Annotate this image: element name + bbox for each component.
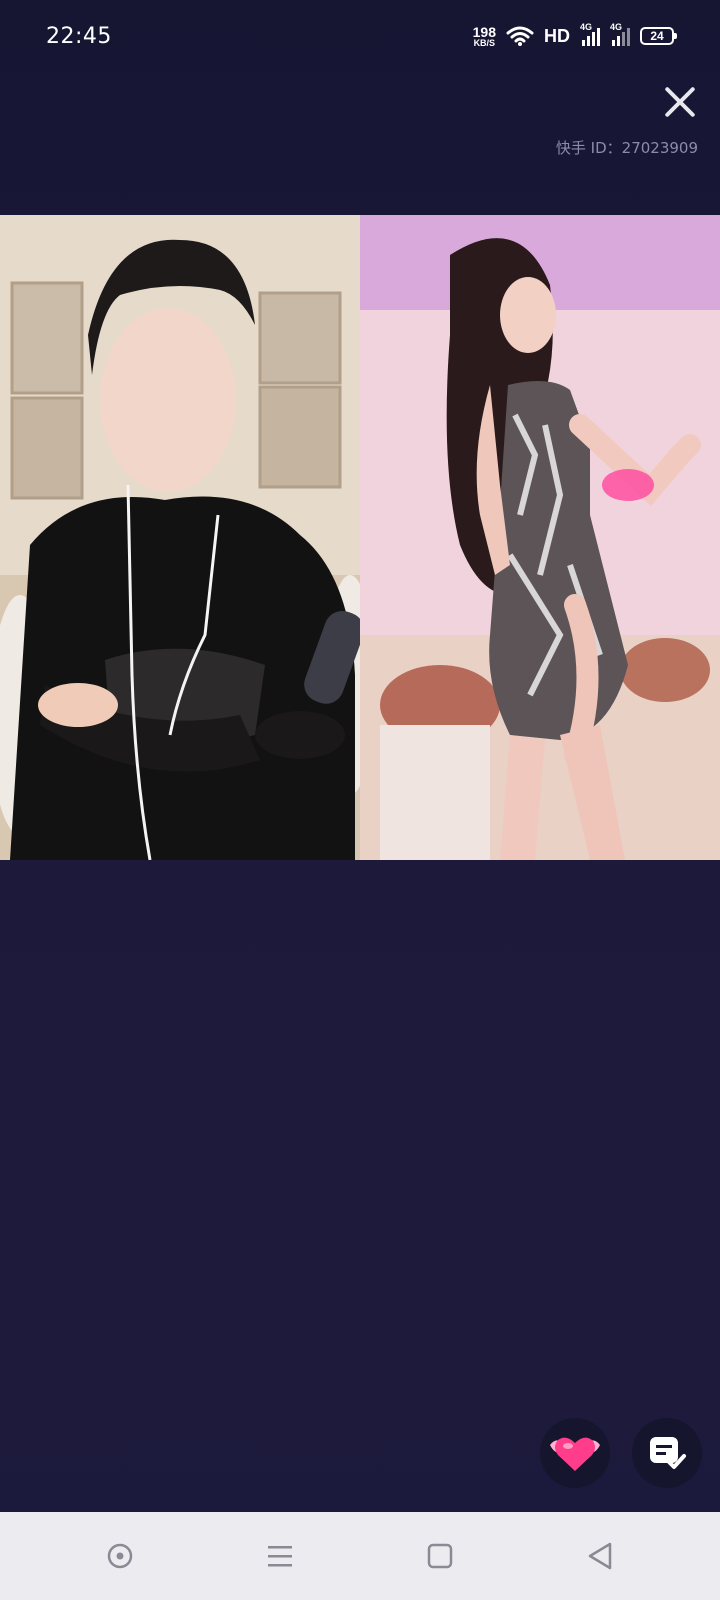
- network-speed-value: 198: [472, 23, 496, 40]
- home-square-icon: [427, 1543, 453, 1569]
- chat-button[interactable]: [632, 1418, 702, 1488]
- hd-indicator: HD: [544, 25, 570, 46]
- left-video-feed[interactable]: [0, 215, 360, 860]
- nav-home-button[interactable]: [410, 1526, 470, 1586]
- status-bar: 22:45 198 KB/S HD 4G 4G 24: [0, 0, 720, 72]
- network-speed-unit: KB/S: [473, 37, 496, 48]
- battery-icon: 24: [640, 27, 677, 45]
- signal-icon: 4G: [580, 22, 600, 46]
- nav-back-button[interactable]: [570, 1526, 630, 1586]
- nav-menu-button[interactable]: [250, 1526, 310, 1586]
- network-speed: 198 KB/S: [473, 25, 496, 48]
- back-triangle-icon: [588, 1542, 612, 1570]
- user-id-label: 快手 ID：27023909: [555, 139, 698, 157]
- status-time: 22:45: [46, 23, 112, 49]
- right-video-image: [360, 215, 720, 860]
- menu-icon: [268, 1546, 292, 1567]
- wifi-icon: [506, 26, 534, 46]
- bottom-actions: [540, 1418, 702, 1488]
- message-check-icon: [650, 1437, 686, 1469]
- close-icon[interactable]: [660, 82, 700, 122]
- nav-record-button[interactable]: [90, 1526, 150, 1586]
- gift-heart-button[interactable]: [540, 1418, 610, 1488]
- signal-label: 4G: [580, 22, 593, 32]
- battery-level: 24: [650, 29, 664, 43]
- left-video-image: [0, 215, 360, 860]
- navigation-bar: [0, 1512, 720, 1600]
- record-icon: [107, 1543, 133, 1569]
- status-icons: 198 KB/S HD 4G 4G 24: [473, 22, 677, 48]
- signal-icon-2: 4G: [610, 22, 630, 46]
- signal-label-2: 4G: [610, 22, 623, 32]
- right-video-feed[interactable]: [360, 215, 720, 860]
- winged-heart-icon: [550, 1437, 600, 1471]
- video-split: [0, 215, 720, 860]
